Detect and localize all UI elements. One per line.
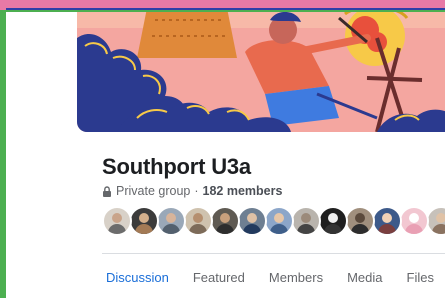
group-page: Southport U3a Private group · 182 member… <box>6 12 445 298</box>
avatar-head <box>301 213 311 223</box>
cover-photo[interactable] <box>77 12 445 132</box>
avatar-head <box>409 213 419 223</box>
avatar-body <box>162 224 180 234</box>
privacy-label[interactable]: Private group <box>116 184 190 198</box>
tab-discussion[interactable]: Discussion <box>106 270 169 285</box>
avatar[interactable] <box>291 206 321 236</box>
member-avatars <box>102 206 445 236</box>
tab-media[interactable]: Media <box>347 270 382 285</box>
avatar[interactable] <box>345 206 375 236</box>
avatar[interactable] <box>372 206 402 236</box>
avatar-head <box>328 213 338 223</box>
avatar[interactable] <box>156 206 186 236</box>
window-top-bar <box>0 0 445 10</box>
group-tabs: Discussion Featured Members Media Files <box>106 270 445 285</box>
avatar-body <box>405 224 423 234</box>
avatar-body <box>270 224 288 234</box>
meta-separator: · <box>194 184 199 198</box>
avatar-head <box>436 213 445 223</box>
tab-members[interactable]: Members <box>269 270 323 285</box>
avatar-body <box>243 224 261 234</box>
avatar[interactable] <box>102 206 132 236</box>
avatar-body <box>108 224 126 234</box>
avatar[interactable] <box>129 206 159 236</box>
member-count[interactable]: 182 members <box>203 184 283 198</box>
avatar-body <box>216 224 234 234</box>
avatar-body <box>324 224 342 234</box>
tab-featured[interactable]: Featured <box>193 270 245 285</box>
avatar-head <box>355 213 365 223</box>
avatar[interactable] <box>183 206 213 236</box>
avatar[interactable] <box>210 206 240 236</box>
lock-icon <box>103 185 111 197</box>
avatar-body <box>432 224 445 234</box>
avatar-head <box>382 213 392 223</box>
avatar-body <box>297 224 315 234</box>
avatar-head <box>193 213 203 223</box>
avatar-head <box>166 213 176 223</box>
tab-files[interactable]: Files <box>407 270 434 285</box>
avatar[interactable] <box>399 206 429 236</box>
avatar[interactable] <box>264 206 294 236</box>
avatar-body <box>351 224 369 234</box>
avatar-body <box>135 224 153 234</box>
divider <box>102 253 445 254</box>
avatar[interactable] <box>237 206 267 236</box>
group-meta: Private group · 182 members <box>102 184 282 198</box>
avatar-head <box>112 213 122 223</box>
avatar[interactable] <box>318 206 348 236</box>
group-title[interactable]: Southport U3a <box>102 154 251 180</box>
avatar-body <box>189 224 207 234</box>
cover-illustration <box>77 12 445 132</box>
avatar-head <box>274 213 284 223</box>
avatar-head <box>220 213 230 223</box>
avatar-body <box>378 224 396 234</box>
avatar-head <box>247 213 257 223</box>
avatar-head <box>139 213 149 223</box>
